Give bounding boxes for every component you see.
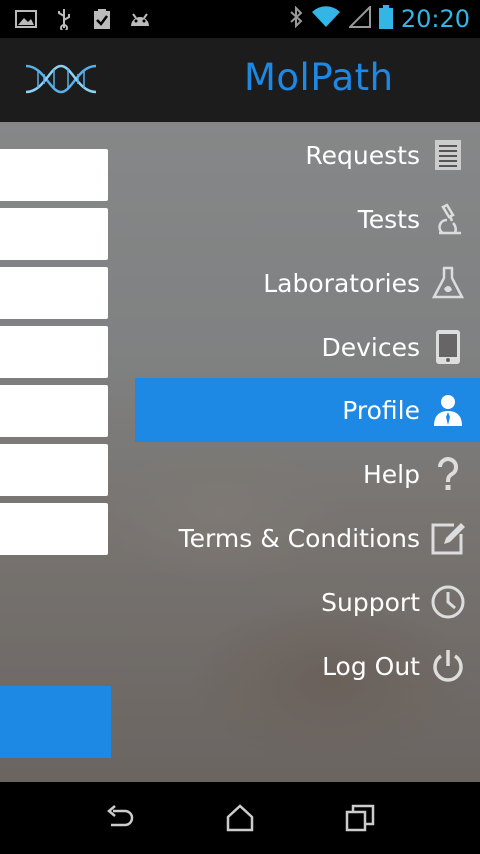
form-field[interactable] (0, 385, 108, 437)
back-icon[interactable] (102, 802, 138, 834)
menu-item-laboratories[interactable]: Laboratories (135, 251, 480, 315)
menu-item-label: Log Out (322, 651, 420, 681)
menu-item-label: Tests (357, 204, 420, 234)
system-nav-bar (0, 782, 480, 854)
signal-icon (347, 4, 371, 32)
menu-item-devices[interactable]: Devices (135, 315, 480, 379)
menu-item-tests[interactable]: Tests (135, 187, 480, 251)
menu-item-label: Requests (305, 140, 420, 170)
clipboard-check-icon (90, 8, 114, 30)
status-bar: 20:20 (0, 0, 480, 38)
navigation-drawer: Requests Tests Laboratories Devices Prof… (135, 122, 480, 782)
question-icon (430, 456, 466, 492)
list-icon (430, 137, 466, 173)
home-icon[interactable] (222, 802, 258, 834)
edit-icon (430, 520, 466, 556)
menu-item-requests[interactable]: Requests (135, 123, 480, 187)
form-field[interactable] (0, 208, 108, 260)
menu-item-terms[interactable]: Terms & Conditions (135, 506, 480, 570)
wifi-icon (311, 6, 341, 32)
menu-item-label: Devices (321, 332, 420, 362)
app-title: MolPath (244, 56, 394, 99)
menu-item-label: Terms & Conditions (178, 523, 420, 553)
menu-item-support[interactable]: Support (135, 570, 480, 634)
menu-item-label: Laboratories (263, 268, 420, 298)
dna-logo (24, 58, 98, 100)
image-icon (14, 8, 38, 30)
menu-item-help[interactable]: Help (135, 442, 480, 506)
form-field[interactable] (0, 267, 108, 319)
bluetooth-icon (289, 5, 303, 32)
battery-icon (378, 5, 393, 33)
status-clock: 20:20 (400, 5, 470, 33)
menu-item-label: Profile (342, 395, 420, 425)
clock-icon (430, 584, 466, 620)
power-icon (430, 648, 466, 684)
android-icon (128, 8, 152, 30)
usb-icon (52, 8, 76, 30)
form-field[interactable] (0, 503, 108, 555)
app-header: MolPath (0, 38, 480, 122)
tablet-icon (430, 329, 466, 365)
menu-item-label: Support (321, 587, 420, 617)
submit-button[interactable] (0, 686, 111, 758)
user-icon (430, 392, 466, 428)
main-content: Requests Tests Laboratories Devices Prof… (0, 122, 480, 782)
microscope-icon (430, 201, 466, 237)
recents-icon[interactable] (342, 802, 378, 834)
menu-item-label: Help (363, 459, 420, 489)
flask-icon (430, 265, 466, 301)
menu-item-profile[interactable]: Profile (135, 378, 480, 442)
menu-item-logout[interactable]: Log Out (135, 634, 480, 698)
form-field[interactable] (0, 149, 108, 201)
form-field[interactable] (0, 444, 108, 496)
form-field[interactable] (0, 326, 108, 378)
